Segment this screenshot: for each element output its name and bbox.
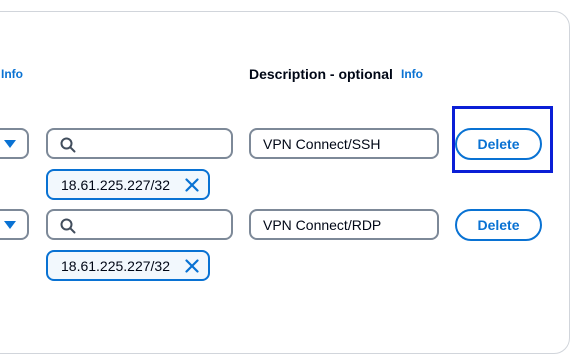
rule-1-type-select[interactable] — [0, 128, 29, 159]
search-icon — [60, 218, 76, 234]
description-column-label: Description - optional — [249, 66, 393, 82]
rule-2-delete-button[interactable]: Delete — [455, 209, 542, 241]
rule-1-source-token: 18.61.225.227/32 — [46, 169, 210, 200]
description-info-link[interactable]: Info — [401, 67, 423, 81]
search-icon — [60, 137, 76, 153]
rule-2-source-search-input[interactable] — [84, 214, 228, 238]
rule-1-source-search-input[interactable] — [84, 133, 228, 157]
rule-2-type-select[interactable] — [0, 209, 29, 240]
rule-2-description-input[interactable] — [249, 209, 439, 240]
source-info-link[interactable]: Info — [1, 67, 23, 81]
caret-down-icon — [4, 221, 16, 229]
rule-1-delete-button[interactable]: Delete — [455, 128, 542, 160]
close-icon[interactable] — [185, 259, 199, 273]
token-label: 18.61.225.227/32 — [61, 177, 170, 193]
rule-2-source-token: 18.61.225.227/32 — [46, 250, 210, 281]
rule-1-source-search[interactable] — [46, 128, 233, 159]
rule-1-description-input[interactable] — [249, 128, 439, 159]
rule-2-source-search[interactable] — [46, 209, 233, 240]
token-label: 18.61.225.227/32 — [61, 258, 170, 274]
close-icon[interactable] — [185, 178, 199, 192]
caret-down-icon — [4, 140, 16, 148]
